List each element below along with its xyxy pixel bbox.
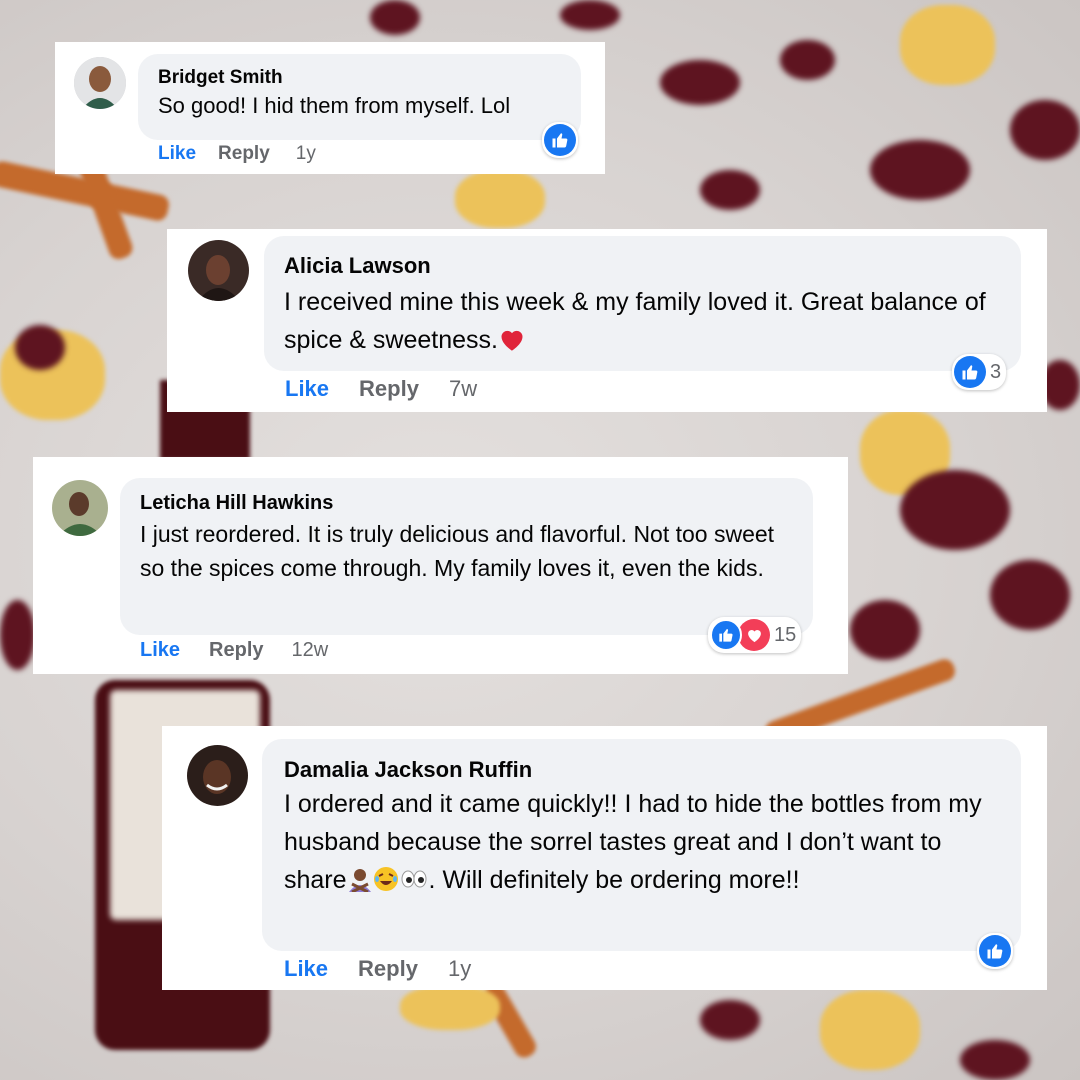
ginger-slice xyxy=(820,990,920,1070)
hibiscus-petal xyxy=(900,470,1010,550)
person-gesturing-no-emoji xyxy=(347,865,373,903)
comment-author[interactable]: Alicia Lawson xyxy=(284,253,1001,279)
hibiscus-petal xyxy=(560,0,620,30)
eyes-emoji xyxy=(399,865,429,903)
reply-link[interactable]: Reply xyxy=(209,639,263,662)
reaction-summary[interactable] xyxy=(977,933,1013,969)
comment-card: Bridget Smith So good! I hid them from m… xyxy=(55,42,605,174)
hibiscus-petal xyxy=(850,600,920,660)
comment-text: So good! I hid them from myself. Lol xyxy=(158,93,511,118)
timestamp[interactable]: 7w xyxy=(449,376,477,402)
comment-card: Leticha Hill Hawkins I just reordered. I… xyxy=(33,457,848,674)
hibiscus-petal xyxy=(660,60,740,105)
avatar[interactable] xyxy=(187,745,248,806)
reaction-count: 15 xyxy=(774,623,797,646)
comment-actions: Like Reply 1y xyxy=(158,143,316,165)
love-icon xyxy=(738,619,770,651)
reaction-count: 3 xyxy=(990,360,1002,383)
comment-actions: Like Reply 7w xyxy=(285,376,477,402)
comment-card: Damalia Jackson Ruffin I ordered and it … xyxy=(162,726,1047,990)
hibiscus-petal xyxy=(1010,100,1080,160)
avatar[interactable] xyxy=(52,480,108,536)
hibiscus-petal xyxy=(0,600,35,670)
like-icon xyxy=(954,356,986,388)
laughing-face-emoji xyxy=(373,865,399,903)
comment-actions: Like Reply 12w xyxy=(140,639,328,662)
avatar-photo xyxy=(52,480,108,536)
comment-author[interactable]: Damalia Jackson Ruffin xyxy=(284,757,999,783)
comment-text: I received mine this week & my family lo… xyxy=(284,283,1001,363)
like-link[interactable]: Like xyxy=(284,956,328,982)
comment-text: I ordered and it came quickly!! I had to… xyxy=(284,785,999,903)
avatar[interactable] xyxy=(188,240,249,301)
like-link[interactable]: Like xyxy=(158,143,196,165)
comment-author[interactable]: Leticha Hill Hawkins xyxy=(140,492,793,515)
comment-card: Alicia Lawson I received mine this week … xyxy=(167,229,1047,412)
avatar-photo xyxy=(188,240,249,301)
hibiscus-petal xyxy=(990,560,1070,630)
comment-bubble: Bridget Smith So good! I hid them from m… xyxy=(138,54,581,140)
comment-bubble: Alicia Lawson I received mine this week … xyxy=(264,236,1021,371)
reaction-summary[interactable] xyxy=(542,122,578,158)
timestamp[interactable]: 12w xyxy=(292,639,329,662)
comment-actions: Like Reply 1y xyxy=(284,956,471,982)
hibiscus-petal xyxy=(780,40,835,80)
reaction-summary[interactable]: 15 xyxy=(708,617,802,653)
timestamp[interactable]: 1y xyxy=(448,956,471,982)
like-icon xyxy=(544,124,576,156)
timestamp[interactable]: 1y xyxy=(296,143,316,165)
like-link[interactable]: Like xyxy=(140,639,180,662)
hibiscus-petal xyxy=(700,170,760,210)
avatar[interactable] xyxy=(74,57,126,109)
reply-link[interactable]: Reply xyxy=(358,956,418,982)
like-icon xyxy=(710,619,742,651)
comment-text: I just reordered. It is truly delicious … xyxy=(140,521,775,581)
ginger-slice xyxy=(900,5,995,85)
comment-author[interactable]: Bridget Smith xyxy=(158,67,561,89)
hibiscus-petal xyxy=(870,140,970,200)
ginger-slice xyxy=(455,170,545,228)
reaction-summary[interactable]: 3 xyxy=(952,354,1007,390)
comment-text-end: . Will definitely be ordering more!! xyxy=(428,866,800,894)
hibiscus-petal xyxy=(15,325,65,370)
reply-link[interactable]: Reply xyxy=(359,376,419,402)
hibiscus-petal xyxy=(960,1040,1030,1080)
ginger-slice xyxy=(400,985,500,1030)
red-heart-emoji xyxy=(498,325,526,363)
like-link[interactable]: Like xyxy=(285,376,329,402)
reply-link[interactable]: Reply xyxy=(218,143,270,165)
like-icon xyxy=(979,935,1011,967)
hibiscus-petal xyxy=(700,1000,760,1040)
comment-text-body: I received mine this week & my family lo… xyxy=(284,288,986,354)
comment-bubble: Damalia Jackson Ruffin I ordered and it … xyxy=(262,739,1021,951)
avatar-photo xyxy=(187,745,248,806)
avatar-photo xyxy=(74,57,126,109)
comment-bubble: Leticha Hill Hawkins I just reordered. I… xyxy=(120,478,813,635)
hibiscus-petal xyxy=(370,0,420,35)
